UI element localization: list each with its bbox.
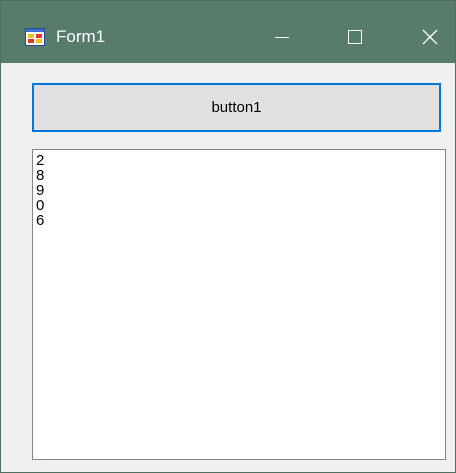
listbox-item[interactable]: 9 <box>36 183 445 198</box>
window-title: Form1 <box>56 27 106 46</box>
listbox1[interactable]: 28906 <box>32 149 446 460</box>
button1[interactable]: button1 <box>32 83 441 132</box>
listbox-item[interactable]: 2 <box>36 153 445 168</box>
maximize-button[interactable] <box>330 15 380 59</box>
title-bar[interactable]: Form1 <box>1 1 455 63</box>
listbox-items: 28906 <box>33 150 445 228</box>
close-button[interactable] <box>405 15 455 59</box>
close-icon <box>422 29 438 45</box>
app-icon[interactable] <box>25 28 45 46</box>
listbox-item[interactable]: 6 <box>36 213 445 228</box>
minimize-button[interactable] <box>257 15 307 59</box>
listbox-item[interactable]: 8 <box>36 168 445 183</box>
maximize-icon <box>348 30 362 44</box>
listbox-item[interactable]: 0 <box>36 198 445 213</box>
minimize-icon <box>275 37 289 38</box>
form-client-area: button1 28906 <box>1 63 455 472</box>
form1-window: Form1 button1 28906 <box>0 0 456 473</box>
